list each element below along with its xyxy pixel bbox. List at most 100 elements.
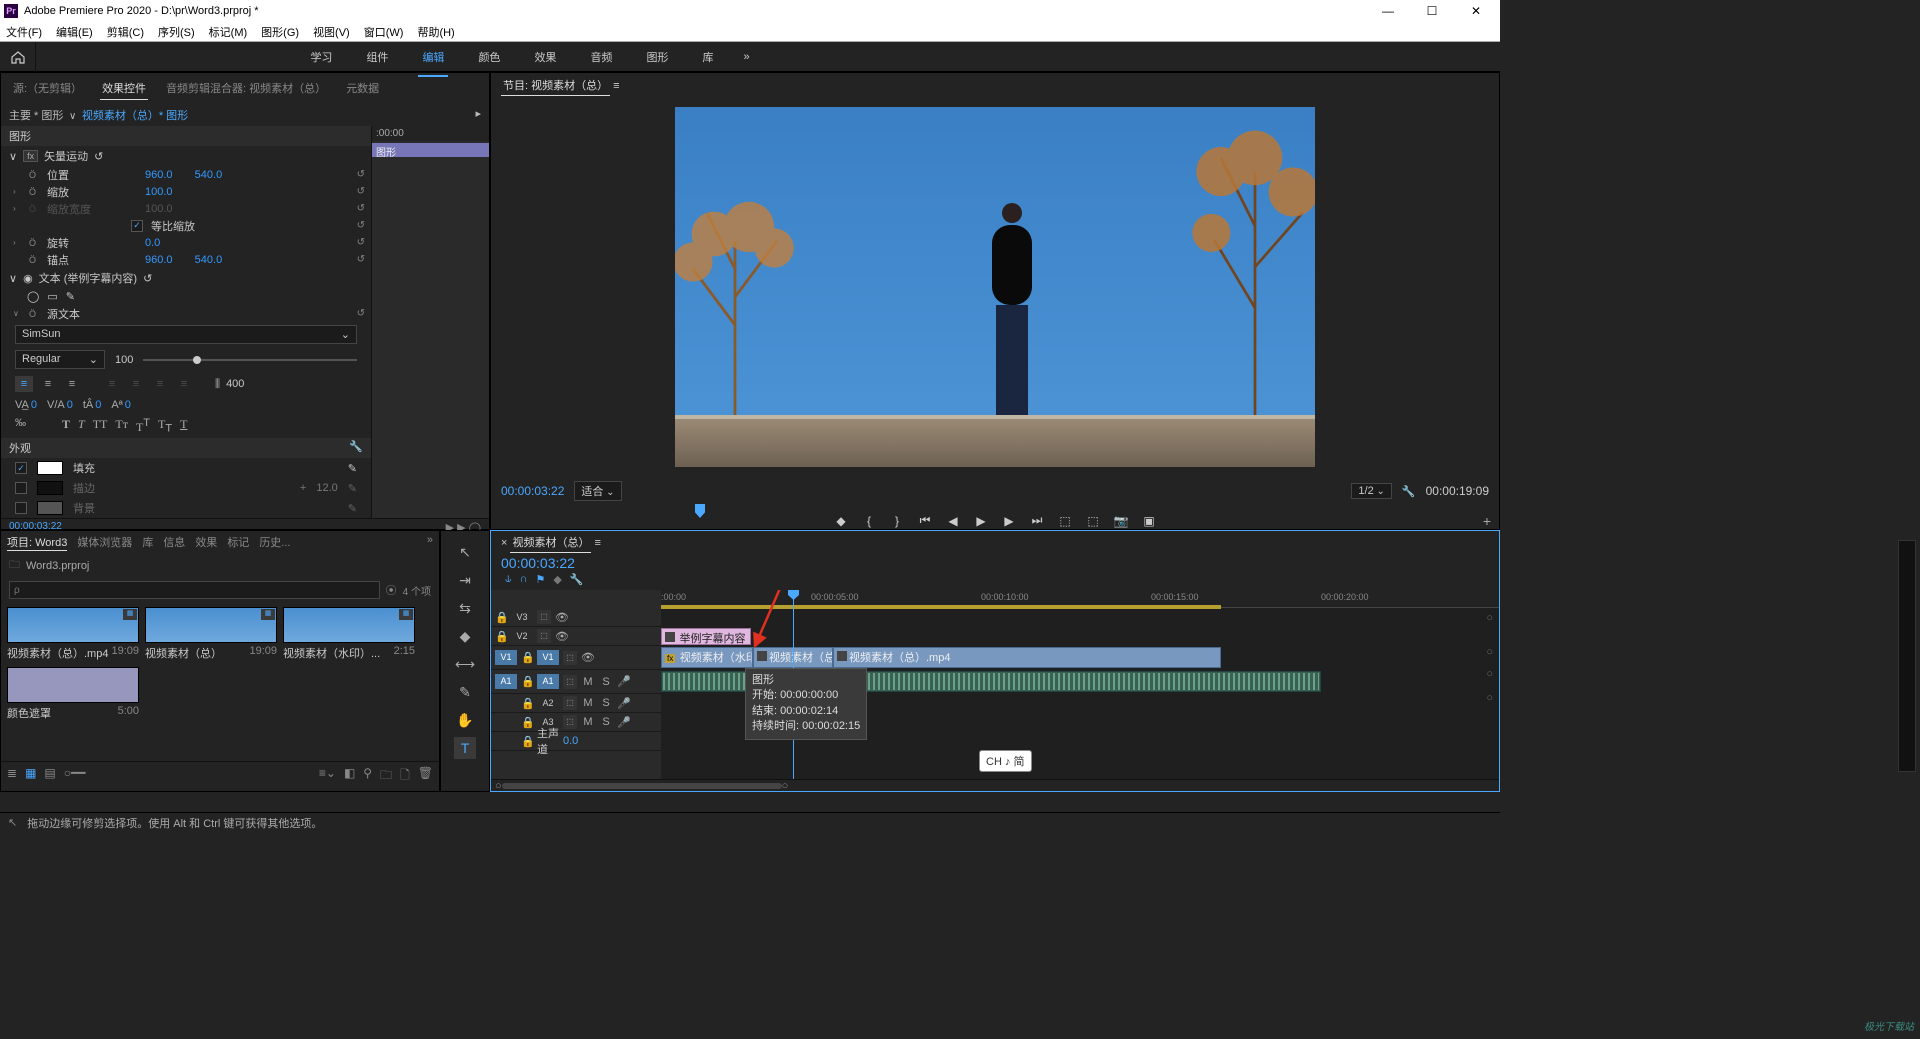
allcaps-button[interactable]: TT (93, 417, 108, 435)
fx-text[interactable]: ∨ ◉ 文本 (举例字幕内容) ↺ (1, 268, 371, 288)
cc-icon[interactable]: ◆ (553, 573, 561, 586)
mask-shapes[interactable]: ◯ ▭ ✎ (1, 288, 371, 305)
timeline-timecode[interactable]: 00:00:03:22 (501, 555, 575, 571)
menu-bar[interactable]: 文件(F) 编辑(E) 剪辑(C) 序列(S) 标记(M) 图形(G) 视图(V… (0, 22, 1500, 42)
media-browser-tab[interactable]: 媒体浏览器 (77, 534, 132, 551)
wrench-icon[interactable]: 🔧 (349, 440, 363, 456)
info-tab[interactable]: 信息 (163, 534, 185, 551)
icon-view-icon[interactable]: ▦ (25, 766, 36, 787)
prop-rotation[interactable]: ›Ö 旋转 0.0 ↺ (1, 234, 371, 251)
fx-vector-motion[interactable]: ∨fx 矢量运动 ↺ (1, 146, 371, 166)
markers-tab[interactable]: 标记 (227, 534, 249, 551)
track-keyframe-icon[interactable]: ○ (1486, 612, 1493, 624)
prop-position[interactable]: Ö 位置 960.0 540.0 ↺ (1, 166, 371, 183)
track-target-v2[interactable]: V2 (511, 629, 533, 644)
home-button[interactable] (0, 42, 36, 72)
step-back-button[interactable]: ◀ (945, 514, 961, 528)
track-target-v1[interactable]: V1 (537, 650, 559, 665)
selection-tool[interactable]: ↖ (454, 541, 476, 563)
align-left-icon[interactable]: ≡ (15, 376, 33, 392)
eyedropper-icon[interactable]: ✎ (348, 502, 357, 515)
uniform-checkbox[interactable] (131, 220, 143, 232)
background-row[interactable]: 背景 ✎ (1, 498, 371, 518)
kern-icon[interactable]: ‰ (15, 417, 26, 435)
panel-overflow-icon[interactable]: » (427, 534, 433, 551)
compare-button[interactable]: ▣ (1141, 514, 1157, 528)
bg-checkbox[interactable] (15, 502, 27, 514)
timeline-zoom-bar[interactable]: ○○ (491, 779, 1499, 791)
resolution-select[interactable]: 1/2 ⌄ (1351, 483, 1391, 499)
clip-video[interactable]: 视频素材（总）.mp4 (833, 647, 1221, 668)
align-justify-icon[interactable]: ≡ (175, 376, 193, 392)
track-target-v3[interactable]: V3 (511, 610, 533, 625)
project-item[interactable]: 颜色遮罩5:00 (7, 667, 139, 721)
source-patch-a1[interactable]: A1 (495, 674, 517, 689)
timeline-tracks-area[interactable]: :00:00 00:00:05:00 00:00:10:00 00:00:15:… (661, 590, 1499, 779)
source-patch-v1[interactable]: V1 (495, 650, 517, 665)
marker-icon[interactable]: ⚑ (535, 573, 545, 586)
eyedropper-icon[interactable]: ✎ (348, 482, 357, 495)
lift-button[interactable]: ⬚ (1057, 514, 1073, 528)
timeline-tab[interactable]: 视频素材（总） (510, 534, 591, 553)
stroke-row[interactable]: 描边 + 12.0 ✎ (1, 478, 371, 498)
track-keyframe-icon[interactable]: ○ (1486, 668, 1493, 680)
snap-icon[interactable]: ⫝ (505, 573, 512, 586)
bin-icon[interactable]: 🗀 (9, 556, 20, 575)
reset-icon[interactable]: ↺ (94, 150, 103, 163)
libraries-tab[interactable]: 库 (142, 534, 153, 551)
play-button[interactable]: ▶ (973, 514, 989, 528)
project-item[interactable]: ▦ 视频素材（总）.mp419:09 (7, 607, 139, 661)
fill-swatch[interactable] (37, 461, 63, 475)
menu-edit[interactable]: 编辑(E) (56, 24, 93, 40)
effect-controls-tab[interactable]: 效果控件 (100, 77, 148, 100)
bold-button[interactable]: T (62, 417, 70, 435)
prop-anchor[interactable]: Ö 锚点 960.0 540.0 ↺ (1, 251, 371, 268)
align-justify-icon[interactable]: ≡ (103, 376, 121, 392)
program-timecode[interactable]: 00:00:03:22 (501, 484, 564, 498)
zoom-slider[interactable]: ○━━ (64, 766, 86, 787)
program-tab[interactable]: 节目: 视频素材（总） (501, 77, 610, 96)
new-bin-icon[interactable]: 🗀 (380, 766, 392, 787)
pen-mask-icon[interactable]: ✎ (66, 290, 75, 303)
prop-source-text[interactable]: ∨Ö 源文本 ↺ (1, 305, 371, 322)
solo-button[interactable]: S (599, 676, 613, 688)
align-justify-icon[interactable]: ≡ (127, 376, 145, 392)
workspace-tab[interactable]: 组件 (362, 43, 392, 71)
workspace-tab[interactable]: 图形 (642, 43, 672, 71)
ec-breadcrumb-seq[interactable]: 视频素材（总）* 图形 (82, 110, 188, 122)
fill-row[interactable]: 填充 ✎ (1, 458, 371, 478)
new-item-icon[interactable]: 🗋 (400, 766, 410, 787)
fill-checkbox[interactable] (15, 462, 27, 474)
align-right-icon[interactable]: ≡ (63, 376, 81, 392)
eyedropper-icon[interactable]: ✎ (348, 462, 357, 475)
prop-uniform[interactable]: 等比缩放 ↺ (1, 217, 371, 234)
audio-meters[interactable] (1898, 540, 1916, 772)
project-tab[interactable]: 项目: Word3 (7, 534, 67, 551)
settings-icon[interactable]: 🔧 (1402, 485, 1416, 498)
prop-scale[interactable]: ›Ö 缩放 100.0 ↺ (1, 183, 371, 200)
eye-icon[interactable]: ◉ (23, 272, 33, 285)
mark-out-button[interactable]: } (889, 514, 905, 528)
voice-button[interactable]: 🎤 (617, 675, 631, 688)
sync-lock-icon[interactable]: ⬚ (537, 610, 551, 624)
extract-button[interactable]: ⬚ (1085, 514, 1101, 528)
track-keyframe-icon[interactable]: ○ (1486, 692, 1493, 704)
font-size-slider[interactable] (143, 359, 357, 361)
pen-tool[interactable]: ✎ (454, 681, 476, 703)
trash-icon[interactable]: 🗑 (418, 766, 433, 787)
menu-graphics[interactable]: 图形(G) (261, 24, 299, 40)
underline-button[interactable]: T (180, 417, 187, 435)
menu-window[interactable]: 窗口(W) (364, 24, 404, 40)
ellipse-mask-icon[interactable]: ◯ (27, 290, 39, 303)
stroke-checkbox[interactable] (15, 482, 27, 494)
menu-file[interactable]: 文件(F) (6, 24, 42, 40)
master-level[interactable]: 0.0 (563, 735, 578, 747)
italic-button[interactable]: T (78, 417, 85, 435)
font-size[interactable]: 100 (115, 354, 133, 366)
wrench-icon[interactable]: 🔧 (570, 573, 584, 586)
metadata-tab[interactable]: 元数据 (344, 77, 381, 100)
go-to-out-button[interactable]: ⏭ (1029, 513, 1045, 528)
razor-tool[interactable]: ◆ (454, 625, 476, 647)
track-select-tool[interactable]: ⇥ (454, 569, 476, 591)
hand-tool[interactable]: ✋ (454, 709, 476, 731)
